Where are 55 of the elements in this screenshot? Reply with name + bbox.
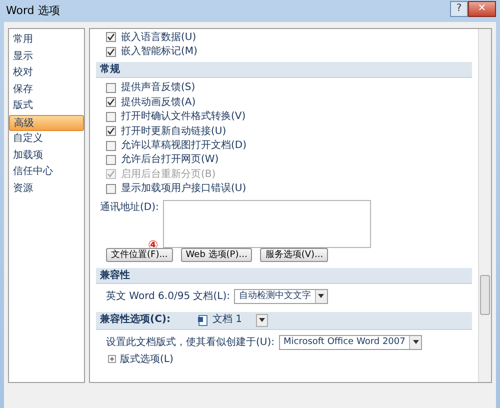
checkbox[interactable] [106, 46, 116, 57]
expand-icon[interactable] [108, 355, 116, 364]
option-label: 打开时更新自动链接(U) [121, 124, 226, 139]
dropdown[interactable]: Microsoft Office Word 2007 [278, 334, 422, 350]
address-label: 通讯地址(D): [100, 200, 159, 215]
checkbox[interactable] [106, 82, 116, 93]
checkbox[interactable] [106, 32, 116, 42]
caret-icon [318, 294, 324, 298]
help-button[interactable]: ? [450, 1, 468, 17]
sidebar-item[interactable]: 显示 [9, 48, 84, 65]
option-button[interactable]: 服务选项(V)... [260, 248, 328, 262]
checkbox[interactable] [106, 97, 116, 108]
document-icon [198, 314, 208, 326]
address-field[interactable] [162, 200, 371, 248]
option-label: 启用后台重新分页(B) [121, 168, 216, 182]
option-label: 嵌入语言数据(U) [121, 30, 196, 45]
sidebar-item[interactable]: 信任中心 [9, 164, 84, 180]
section-header: 兼容性 [96, 268, 472, 284]
option-label: 提供动画反馈(A) [121, 96, 196, 110]
expander-label: 版式选项(L) [120, 352, 174, 367]
section-header: 常规 [96, 62, 472, 78]
field-label: 设置此文档版式，使其看似创建于(U): [106, 336, 274, 350]
field-label: 英文 Word 6.0/95 文档(L): [106, 290, 230, 304]
section-header: 兼容性选项(C): [100, 312, 170, 328]
sidebar-item[interactable]: 保存 [9, 82, 84, 98]
option-label: 允许后台打开网页(W) [121, 152, 219, 168]
sidebar-item[interactable]: 高级 [9, 114, 84, 131]
option-label: 打开时确认文件格式转换(V) [121, 110, 246, 124]
checkbox[interactable] [106, 184, 116, 194]
checkbox[interactable] [106, 140, 116, 151]
option-label: 嵌入智能标记(M) [121, 44, 198, 60]
check-icon [107, 98, 115, 106]
sidebar-item[interactable]: 校对 [9, 65, 84, 82]
window-title: Word 选项 [6, 2, 60, 19]
option-button[interactable]: 文件位置(F)... [106, 248, 173, 262]
checkbox[interactable] [106, 112, 116, 122]
sidebar-item[interactable]: 自定义 [9, 131, 84, 148]
dropdown[interactable]: 文档 1 [194, 312, 272, 328]
option-label: 显示加载项用户接口错误(U) [121, 182, 246, 196]
caret-icon [412, 340, 419, 344]
dropdown[interactable]: 自动检测中文文字 [234, 288, 328, 304]
checkbox[interactable] [106, 154, 116, 165]
option-label: 提供声音反馈(S) [121, 80, 196, 96]
option-button[interactable]: Web 选项(P)... [180, 248, 252, 262]
sidebar-item[interactable]: 加载项 [9, 148, 84, 164]
option-label: 允许以草稿视图打开文档(D) [121, 138, 247, 154]
sidebar-item[interactable]: 版式 [9, 98, 84, 114]
scrollbar[interactable] [478, 29, 491, 382]
sidebar-item[interactable]: 常用 [9, 32, 84, 48]
sidebar-item[interactable]: 资源 [9, 180, 84, 197]
checkbox[interactable] [106, 126, 116, 136]
scroll-thumb[interactable] [480, 275, 490, 315]
check-icon [107, 127, 115, 136]
check-icon [107, 170, 115, 178]
caret-icon [259, 318, 266, 322]
